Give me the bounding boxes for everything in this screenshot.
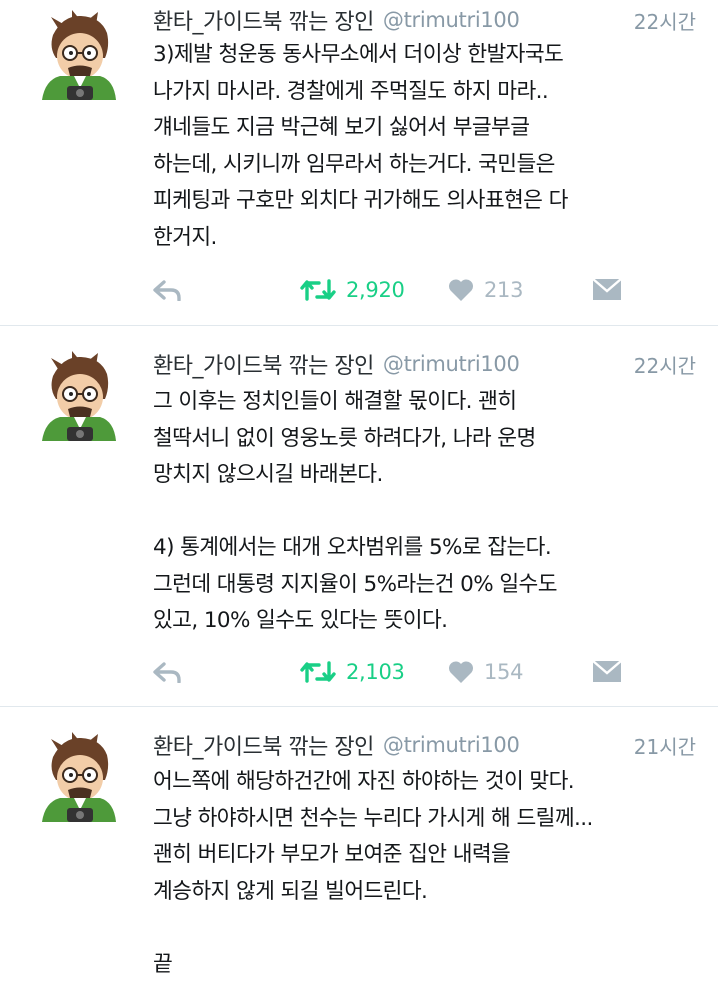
tweet-actions: 2,920 213 [150, 270, 630, 310]
tweet-actions: 2,103 154 [150, 652, 630, 692]
timestamp[interactable]: 22시간 [634, 350, 696, 379]
avatar[interactable] [36, 349, 118, 441]
timestamp[interactable]: 21시간 [634, 731, 696, 760]
tweet[interactable]: 환타_가이드북 깎는 장인 @trimutri100 22시간 그 이후는 정치… [0, 325, 718, 707]
retweet-count: 2,103 [346, 660, 405, 684]
retweet-button[interactable]: 2,103 [300, 652, 405, 692]
author-handle[interactable]: @trimutri100 [383, 733, 520, 757]
retweet-count: 2,920 [346, 278, 405, 302]
message-button[interactable] [592, 652, 622, 692]
tweet-text: 3)제발 청운동 동사무소에서 더이상 한발자국도 나가지 마시라. 경찰에게 … [153, 42, 568, 250]
reply-icon [153, 662, 181, 683]
reply-icon [153, 280, 181, 301]
author-handle[interactable]: @trimutri100 [383, 352, 520, 376]
like-button[interactable]: 154 [448, 652, 523, 692]
envelope-icon [592, 660, 622, 682]
like-count: 213 [484, 278, 524, 302]
message-button[interactable] [592, 270, 622, 310]
author-handle[interactable]: @trimutri100 [383, 8, 520, 32]
tweet-header: 환타_가이드북 깎는 장인 @trimutri100 22시간 [153, 3, 696, 37]
reply-button[interactable] [152, 652, 182, 692]
tweet-header: 환타_가이드북 깎는 장인 @trimutri100 21시간 [153, 728, 696, 762]
like-button[interactable]: 213 [448, 270, 523, 310]
author-name[interactable]: 환타_가이드북 깎는 장인 [153, 348, 374, 380]
avatar[interactable] [36, 8, 118, 100]
tweet-header: 환타_가이드북 깎는 장인 @trimutri100 22시간 [153, 347, 696, 381]
tweet[interactable]: 환타_가이드북 깎는 장인 @trimutri100 21시간 어느쪽에 해당하… [0, 706, 718, 980]
reply-button[interactable] [152, 270, 182, 310]
timestamp[interactable]: 22시간 [634, 6, 696, 35]
retweet-icon [300, 279, 336, 301]
envelope-icon [592, 278, 622, 300]
retweet-button[interactable]: 2,920 [300, 270, 405, 310]
avatar[interactable] [36, 730, 118, 822]
tweet[interactable]: 환타_가이드북 깎는 장인 @trimutri100 22시간 3)제발 청운동… [0, 0, 718, 325]
author-name[interactable]: 환타_가이드북 깎는 장인 [153, 4, 374, 36]
tweet-text: 그 이후는 정치인들이 해결할 몫이다. 괜히 철딱서니 없이 영웅노릇 하려다… [153, 389, 557, 633]
author-name[interactable]: 환타_가이드북 깎는 장인 [153, 729, 374, 761]
heart-icon [448, 661, 474, 683]
heart-icon [448, 279, 474, 301]
tweet-text: 어느쪽에 해당하건간에 자진 하야하는 것이 맞다. 그냥 하야하시면 천수는 … [153, 769, 593, 977]
tweet-feed: 환타_가이드북 깎는 장인 @trimutri100 22시간 3)제발 청운동… [0, 0, 718, 979]
retweet-icon [300, 661, 336, 683]
like-count: 154 [484, 660, 524, 684]
